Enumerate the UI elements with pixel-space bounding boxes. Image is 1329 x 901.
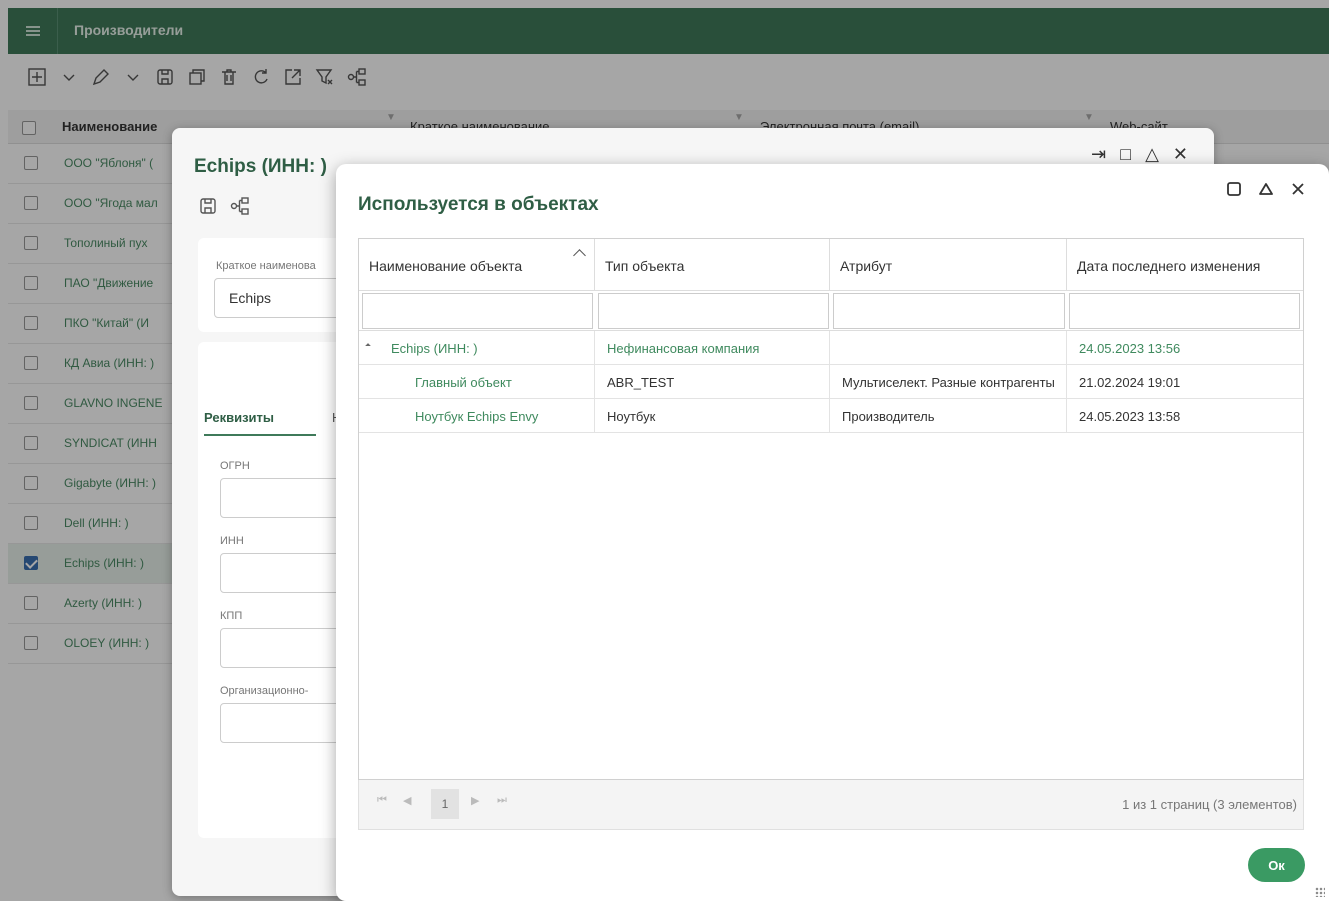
cell-date: 24.05.2023 13:56	[1067, 331, 1303, 365]
cell-name: Ноутбук Echips Envy	[359, 399, 595, 433]
date-text: 24.05.2023 13:56	[1079, 341, 1181, 356]
collapse-icon[interactable]: △	[1145, 144, 1159, 165]
col-modified-date[interactable]: Дата последнего изменения	[1067, 239, 1303, 291]
type-link[interactable]: Нефинансовая компания	[607, 341, 759, 356]
table-row[interactable]: Echips (ИНН: ) Нефинансовая компания 24.…	[359, 331, 1303, 365]
type-text: Ноутбук	[607, 409, 656, 424]
tab-requisites[interactable]: Реквизиты	[204, 410, 274, 425]
type-text: ABR_TEST	[607, 375, 675, 390]
dialog-title: Echips (ИНН: )	[194, 156, 327, 177]
window-controls	[1225, 180, 1307, 198]
cell-name: Главный объект	[359, 365, 595, 399]
inn-label: ИНН	[220, 535, 244, 547]
col-object-name[interactable]: Наименование объекта	[359, 239, 595, 291]
filter-object-name[interactable]	[362, 293, 593, 329]
filter-attribute[interactable]	[833, 293, 1065, 329]
cell-type: Нефинансовая компания	[595, 331, 830, 365]
col-label: Тип объекта	[605, 258, 685, 274]
next-page-icon[interactable]: ▶	[471, 794, 479, 807]
col-attribute[interactable]: Атрибут	[830, 239, 1067, 291]
cell-attribute: Производитель	[830, 399, 1067, 433]
maximize-icon[interactable]: □	[1120, 144, 1131, 165]
resize-grip-icon[interactable]	[1315, 887, 1325, 897]
object-link[interactable]: Ноутбук Echips Envy	[415, 409, 538, 424]
relations-icon[interactable]	[230, 196, 250, 219]
org-form-label: Организационно-	[220, 685, 309, 697]
date-text: 24.05.2023 13:58	[1079, 409, 1181, 424]
table-header: Наименование объекта Тип объекта Атрибут…	[359, 239, 1303, 291]
expand-icon[interactable]	[365, 343, 371, 349]
col-label: Дата последнего изменения	[1077, 258, 1261, 274]
table-row[interactable]: Главный объект ABR_TEST Мультиселект. Ра…	[359, 365, 1303, 399]
dialog-title: Используется в объектах	[358, 194, 599, 215]
pin-icon[interactable]: ⇥	[1091, 144, 1106, 165]
table-row[interactable]: Ноутбук Echips Envy Ноутбук Производител…	[359, 399, 1303, 433]
page-number[interactable]: 1	[431, 789, 459, 819]
cell-attribute: Мультиселект. Разные контрагенты	[830, 365, 1067, 399]
close-icon[interactable]	[1289, 180, 1307, 198]
attribute-text: Мультиселект. Разные контрагенты	[842, 375, 1055, 390]
short-name-value: Echips	[229, 290, 272, 306]
ogrn-label: ОГРН	[220, 460, 250, 472]
usage-dialog: Используется в объектах Наименование объ…	[336, 164, 1329, 901]
cell-type: Ноутбук	[595, 399, 830, 433]
page-info: 1 из 1 страниц (3 элементов)	[1122, 797, 1297, 812]
object-link[interactable]: Echips (ИНН: )	[391, 341, 478, 356]
tab-underline	[204, 434, 316, 436]
collapse-icon[interactable]	[1257, 180, 1275, 198]
last-page-icon[interactable]: ⏭	[497, 794, 507, 807]
col-label: Атрибут	[840, 258, 893, 274]
dialog-toolbar	[198, 196, 250, 219]
attribute-text: Производитель	[842, 409, 935, 424]
window-controls: ⇥ □ △ ✕	[1091, 144, 1188, 165]
short-name-label: Краткое наименова	[216, 260, 316, 272]
maximize-icon[interactable]	[1225, 180, 1243, 198]
cell-date: 21.02.2024 19:01	[1067, 365, 1303, 399]
prev-page-icon[interactable]: ◀	[403, 794, 411, 807]
filter-row	[359, 291, 1303, 331]
filter-modified-date[interactable]	[1069, 293, 1300, 329]
cell-date: 24.05.2023 13:58	[1067, 399, 1303, 433]
first-page-icon[interactable]: ⏮	[377, 794, 387, 807]
pager: ⏮ ◀ 1 ▶ ⏭ 1 из 1 страниц (3 элементов)	[358, 780, 1304, 830]
cell-attribute	[830, 331, 1067, 365]
sort-asc-icon	[573, 249, 586, 262]
filter-object-type[interactable]	[598, 293, 829, 329]
cell-name: Echips (ИНН: )	[359, 331, 595, 365]
ok-button[interactable]: Ок	[1248, 848, 1305, 882]
date-text: 21.02.2024 19:01	[1079, 375, 1181, 390]
kpp-label: КПП	[220, 610, 243, 622]
objects-table: Наименование объекта Тип объекта Атрибут…	[358, 238, 1304, 780]
object-link[interactable]: Главный объект	[415, 375, 512, 390]
col-object-type[interactable]: Тип объекта	[595, 239, 830, 291]
close-icon[interactable]: ✕	[1173, 144, 1188, 165]
col-label: Наименование объекта	[369, 258, 523, 274]
save-icon[interactable]	[198, 196, 218, 219]
cell-type: ABR_TEST	[595, 365, 830, 399]
